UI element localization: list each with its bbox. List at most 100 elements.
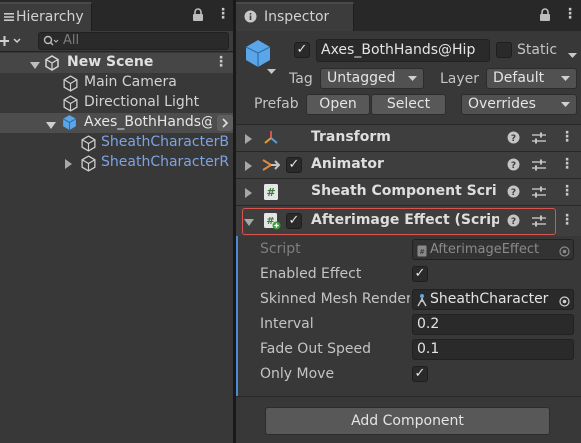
component-menu-icon[interactable]: ⋮ [560, 212, 574, 228]
skinned-mesh-value: SheathCharacter [430, 291, 549, 307]
fade-out-speed-field[interactable]: 0.1 [412, 339, 574, 360]
add-object-icon[interactable] [0, 33, 24, 49]
select-prefab-button[interactable]: Select [371, 94, 446, 115]
transform-icon [262, 130, 280, 146]
component-title: Animator [311, 156, 384, 172]
add-component-button[interactable]: Add Component [265, 407, 550, 435]
skinned-mesh-field[interactable]: SheathCharacter [412, 289, 574, 310]
script-add-icon: # [263, 212, 281, 230]
component-menu-icon[interactable]: ⋮ [560, 183, 574, 199]
help-icon[interactable]: ? [507, 185, 520, 198]
help-icon[interactable]: ? [507, 214, 520, 227]
svg-text:#: # [266, 186, 275, 199]
hierarchy-item-label: SheathCharacterB [101, 134, 230, 150]
gameobject-icon [80, 155, 97, 172]
collapsed-arrow-icon[interactable] [245, 133, 253, 148]
prefab-override-bar [236, 236, 238, 396]
hierarchy-panel: Hierarchy ⋮ All New Scene ⋮ Main Camera [0, 0, 233, 443]
interval-field[interactable]: 0.2 [412, 314, 574, 335]
tag-dropdown[interactable]: Untagged [320, 68, 424, 89]
inspector-tab[interactable]: Inspector [236, 2, 354, 31]
animator-icon [262, 157, 281, 173]
hierarchy-menu-icon[interactable]: ⋮ [216, 6, 230, 22]
hierarchy-tab[interactable]: Hierarchy [0, 2, 92, 31]
hierarchy-search[interactable]: All [38, 32, 229, 50]
presets-icon[interactable] [532, 158, 546, 172]
component-title: Sheath Component Script [311, 183, 497, 199]
prefab-icon [61, 114, 78, 131]
collapsed-arrow-icon[interactable] [245, 187, 253, 202]
component-sheath-header[interactable]: # Sheath Component Script ? ⋮ [236, 178, 581, 205]
component-transform-header[interactable]: Transform ? ⋮ [236, 124, 581, 151]
open-prefab-button[interactable]: Open [306, 94, 370, 115]
expand-arrow-icon[interactable] [30, 59, 40, 74]
layer-dropdown[interactable]: Default [486, 68, 577, 89]
script-value: AfterimageEffect [430, 242, 540, 257]
lock-icon[interactable] [539, 8, 551, 22]
divider [236, 396, 581, 397]
enabled-effect-label: Enabled Effect [260, 266, 362, 282]
object-name-field[interactable]: Axes_BothHands@Hip [316, 39, 490, 62]
hierarchy-item-sheath-r[interactable]: SheathCharacterR [0, 153, 233, 173]
help-icon[interactable]: ? [507, 158, 520, 171]
script-file-icon: # [417, 244, 427, 257]
active-checkbox[interactable]: ✓ [294, 42, 310, 58]
presets-icon[interactable] [532, 185, 546, 199]
component-menu-icon[interactable]: ⋮ [560, 156, 574, 172]
presets-icon[interactable] [532, 214, 546, 228]
svg-text:#: # [419, 248, 425, 256]
svg-text:?: ? [511, 134, 516, 144]
component-afterimage-header[interactable]: # ✓ Afterimage Effect (Script) ? ⋮ [236, 205, 581, 236]
prefab-label: Prefab [254, 96, 299, 112]
hierarchy-item-label: Axes_BothHands@ [84, 114, 212, 130]
scene-row[interactable]: New Scene ⋮ [0, 53, 233, 73]
expand-arrow-icon[interactable] [244, 216, 254, 231]
component-animator-header[interactable]: ✓ Animator ? ⋮ [236, 151, 581, 178]
hierarchy-item-directional-light[interactable]: Directional Light [0, 93, 233, 113]
info-icon [244, 10, 257, 23]
presets-icon[interactable] [532, 131, 546, 145]
svg-text:?: ? [511, 188, 516, 198]
expand-arrow-icon[interactable] [46, 119, 56, 134]
gameobject-icon [62, 75, 79, 92]
skinned-mesh-label: Skinned Mesh Renderer [260, 291, 410, 307]
icon-dropdown-icon[interactable] [267, 64, 276, 79]
inspector-tab-label: Inspector [264, 9, 330, 25]
object-picker-icon[interactable] [559, 294, 570, 307]
hierarchy-item-main-camera[interactable]: Main Camera [0, 73, 233, 93]
lock-icon[interactable] [192, 8, 204, 22]
scene-menu-icon[interactable]: ⋮ [214, 54, 228, 70]
overrides-label: Overrides [468, 96, 536, 112]
only-move-checkbox[interactable]: ✓ [412, 366, 428, 382]
object-picker-icon [559, 244, 570, 257]
inspector-menu-icon[interactable]: ⋮ [563, 6, 577, 22]
chevron-down-icon [561, 76, 570, 81]
hierarchy-item-axes-bothhands[interactable]: Axes_BothHands@ [0, 113, 233, 133]
inspector-panel: Inspector ⋮ ✓ Axes_BothHands@Hip Static … [236, 0, 581, 443]
component-menu-icon[interactable]: ⋮ [560, 129, 574, 145]
hierarchy-item-label: Main Camera [84, 74, 177, 90]
static-checkbox[interactable] [496, 42, 512, 58]
overrides-dropdown[interactable]: Overrides [461, 94, 577, 115]
only-move-label: Only Move [260, 366, 335, 382]
hierarchy-item-sheath-b[interactable]: SheathCharacterB [0, 133, 233, 153]
hierarchy-item-label: SheathCharacterR [101, 154, 230, 170]
help-icon[interactable]: ? [507, 131, 520, 144]
search-placeholder: All [63, 33, 80, 48]
static-label: Static [517, 42, 558, 58]
tag-label: Tag [289, 71, 313, 87]
tag-value: Untagged [327, 70, 396, 86]
layer-label: Layer [440, 71, 480, 87]
interval-label: Interval [260, 316, 314, 332]
static-dropdown-icon[interactable] [568, 48, 577, 63]
afterimage-enabled-checkbox[interactable]: ✓ [286, 213, 302, 229]
animator-enabled-checkbox[interactable]: ✓ [286, 157, 302, 173]
open-prefab-arrow-icon[interactable] [217, 115, 233, 131]
skinned-mesh-icon [416, 293, 429, 307]
enabled-effect-checkbox[interactable]: ✓ [412, 266, 428, 282]
script-field: # AfterimageEffect [412, 239, 574, 260]
svg-text:?: ? [511, 217, 516, 227]
hierarchy-item-label: Directional Light [84, 94, 200, 110]
collapsed-arrow-icon[interactable] [245, 160, 253, 175]
collapsed-arrow-icon[interactable] [65, 158, 73, 173]
